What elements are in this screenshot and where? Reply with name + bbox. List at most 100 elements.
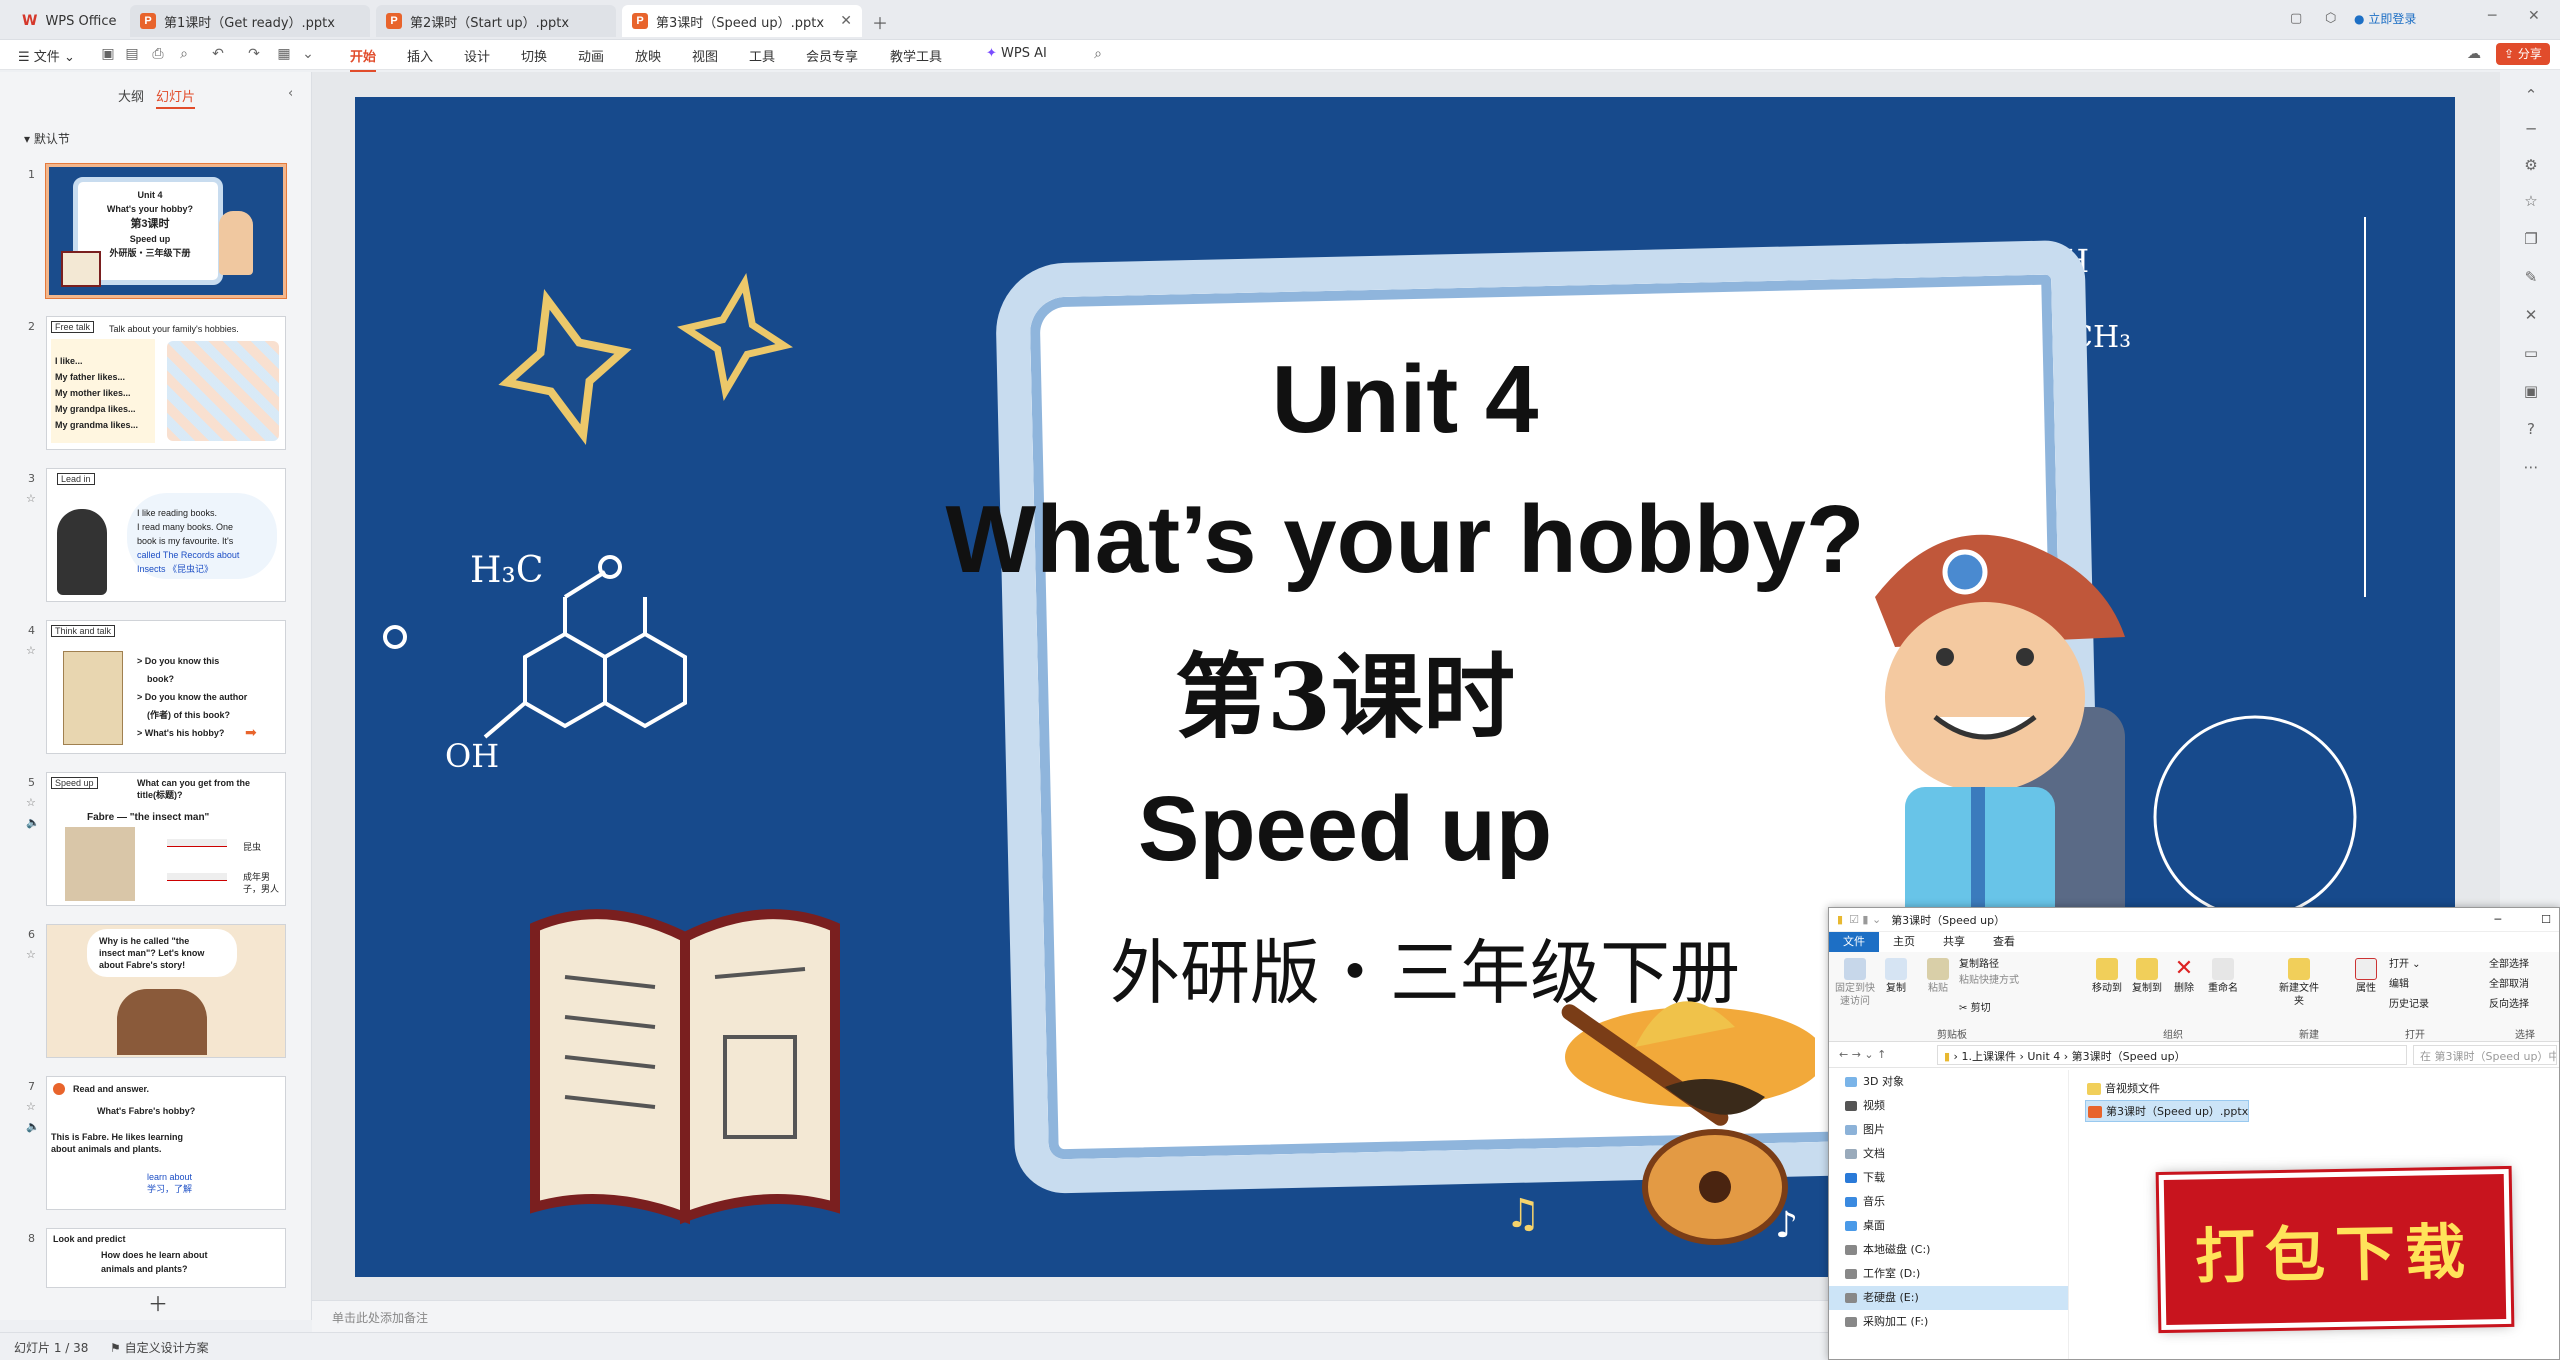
copy-to-button[interactable]: 复制到: [2129, 958, 2165, 995]
search-input[interactable]: 在 第3课时（Speed up）中搜索: [2413, 1045, 2557, 1065]
quick-access-icon[interactable]: ☑ ▮ ⌄: [1849, 913, 1881, 926]
nav-arrows-icon[interactable]: ← → ⌄ ↑: [1839, 1048, 1886, 1061]
tree-item[interactable]: 文档: [1829, 1142, 2068, 1166]
slide-thumbnail-2[interactable]: Free talk Talk about your family's hobbi…: [46, 316, 286, 450]
copy-path-button[interactable]: 复制路径: [1959, 958, 2019, 971]
select-none-button[interactable]: 全部取消: [2489, 978, 2559, 991]
tree-item[interactable]: 下载: [1829, 1166, 2068, 1190]
menu-slideshow[interactable]: 放映: [635, 46, 661, 65]
tools-icon[interactable]: ✕: [2512, 306, 2550, 324]
tree-item[interactable]: 桌面: [1829, 1214, 2068, 1238]
properties-button[interactable]: 属性: [2351, 958, 2381, 995]
tree-item[interactable]: 工作室 (D:): [1829, 1262, 2068, 1286]
collapse-panel-icon[interactable]: ‹: [288, 86, 293, 101]
menu-member[interactable]: 会员专享: [806, 46, 858, 65]
star-icon[interactable]: ☆: [26, 796, 36, 809]
menu-wps-ai[interactable]: ✦ WPS AI: [986, 46, 1047, 61]
book-icon[interactable]: ▭: [2512, 344, 2550, 362]
tab-view[interactable]: 查看: [1979, 932, 2029, 952]
design-scheme[interactable]: ⚑ 自定义设计方案: [110, 1339, 209, 1356]
login-link[interactable]: ● 立即登录: [2354, 10, 2416, 27]
redo-icon[interactable]: ↷: [246, 46, 262, 62]
tab-lesson3[interactable]: P 第3课时（Speed up）.pptx ✕: [622, 5, 862, 37]
slide-thumbnail-1[interactable]: Unit 4 What's your hobby? 第3课时 Speed up …: [45, 163, 287, 299]
slide-thumbnail-8[interactable]: Look and predict How does he learn about…: [46, 1228, 286, 1288]
copy-button[interactable]: 复制: [1881, 958, 1911, 995]
paste-button[interactable]: 粘贴: [1923, 958, 1953, 995]
minimize-icon[interactable]: ─: [2495, 913, 2502, 926]
scroll-up-icon[interactable]: ⌃: [2512, 86, 2550, 104]
tab-lesson2[interactable]: P 第2课时（Start up）.pptx: [376, 5, 616, 37]
window-icon[interactable]: ▢: [2290, 11, 2302, 26]
menu-tools[interactable]: 工具: [749, 46, 775, 65]
copy-icon[interactable]: ❐: [2512, 230, 2550, 248]
cube-icon[interactable]: ⬡: [2325, 11, 2336, 26]
search-icon[interactable]: ⌕: [1090, 46, 1106, 62]
menu-insert[interactable]: 插入: [407, 46, 433, 65]
tab-wps-home[interactable]: W WPS Office: [12, 5, 136, 37]
invert-selection-button[interactable]: 反向选择: [2489, 998, 2559, 1011]
open-button[interactable]: 打开 ⌄: [2389, 958, 2449, 971]
close-window-icon[interactable]: ✕: [2528, 8, 2540, 24]
menu-teaching-tools[interactable]: 教学工具: [890, 46, 942, 65]
tree-item[interactable]: 3D 对象: [1829, 1070, 2068, 1094]
path-segment[interactable]: 1.上课课件: [1961, 1050, 2016, 1063]
star-tool-icon[interactable]: ☆: [2512, 192, 2550, 210]
file-menu[interactable]: ☰ 文件 ⌄: [18, 46, 75, 65]
history-button[interactable]: 历史记录: [2389, 998, 2449, 1011]
paste-shortcut-button[interactable]: 粘贴快捷方式: [1959, 974, 2029, 987]
rename-button[interactable]: 重命名: [2205, 958, 2241, 995]
tree-item[interactable]: 视频: [1829, 1094, 2068, 1118]
print-icon[interactable]: ⎙: [150, 46, 166, 62]
maximize-icon[interactable]: ☐: [2541, 913, 2551, 926]
download-pack-button[interactable]: 打包下载: [2158, 1168, 2512, 1331]
move-to-button[interactable]: 移动到: [2089, 958, 2125, 995]
slide-thumbnail-4[interactable]: Think and talk > Do you know this book? …: [46, 620, 286, 754]
audio-icon[interactable]: 🔈: [26, 1120, 40, 1133]
slide-thumbnail-3[interactable]: Lead in I like reading books. I read man…: [46, 468, 286, 602]
new-folder-button[interactable]: 新建文件夹: [2279, 958, 2319, 1008]
tab-share[interactable]: 共享: [1929, 932, 1979, 952]
tab-lesson1[interactable]: P 第1课时（Get ready）.pptx: [130, 5, 370, 37]
slide-thumbnail-5[interactable]: Speed up What can you get from the title…: [46, 772, 286, 906]
path-segment[interactable]: Unit 4: [2027, 1050, 2060, 1063]
tab-outline[interactable]: 大纲: [118, 86, 144, 105]
export-icon[interactable]: ▤: [124, 46, 140, 62]
file-item[interactable]: 音视频文件: [2085, 1078, 2249, 1100]
menu-home[interactable]: 开始: [350, 46, 377, 72]
path-input[interactable]: ▮ › 1.上课课件 › Unit 4 › 第3课时（Speed up）: [1937, 1045, 2407, 1065]
more-icon[interactable]: ⋯: [2512, 458, 2550, 476]
star-icon[interactable]: ☆: [26, 644, 36, 657]
tree-item[interactable]: 本地磁盘 (C:): [1829, 1238, 2068, 1262]
preview-icon[interactable]: ⌕: [176, 46, 192, 62]
tab-slides[interactable]: 幻灯片: [156, 86, 196, 109]
tree-item[interactable]: 老硬盘 (E:): [1829, 1286, 2068, 1310]
slide-thumbnail-6[interactable]: Why is he called "the insect man"? Let's…: [46, 924, 286, 1058]
tree-item[interactable]: 音乐: [1829, 1190, 2068, 1214]
image-icon[interactable]: ▣: [2512, 382, 2550, 400]
minimize-icon[interactable]: ─: [2488, 8, 2496, 24]
minimize-panel-icon[interactable]: ─: [2512, 120, 2550, 138]
file-item[interactable]: 第3课时（Speed up）.pptx: [2085, 1100, 2250, 1122]
menu-transition[interactable]: 切换: [521, 46, 547, 65]
share-button[interactable]: ⇪ 分享: [2496, 43, 2550, 65]
tab-file[interactable]: 文件: [1829, 932, 1879, 952]
unit-title[interactable]: Unit 4: [355, 345, 2455, 455]
delete-button[interactable]: ✕ 删除: [2169, 958, 2199, 995]
undo-icon[interactable]: ↶: [210, 46, 226, 62]
help-icon[interactable]: ?: [2512, 420, 2550, 438]
new-tab-icon[interactable]: ＋: [872, 10, 888, 34]
select-all-button[interactable]: 全部选择: [2489, 958, 2559, 971]
tree-item[interactable]: 采购加工 (F:): [1829, 1310, 2068, 1334]
star-icon[interactable]: ☆: [26, 1100, 36, 1113]
pin-button[interactable]: 固定到快速访问: [1835, 958, 1875, 1008]
star-icon[interactable]: ☆: [26, 492, 36, 505]
tree-item[interactable]: 图片: [1829, 1118, 2068, 1142]
section-header[interactable]: ▾ 默认节: [24, 130, 70, 147]
cut-button[interactable]: ✂ 剪切: [1959, 1002, 2019, 1015]
add-slide-button[interactable]: ＋: [148, 1288, 168, 1317]
edit-button[interactable]: 编辑: [2389, 978, 2449, 991]
save-icon[interactable]: ▣: [100, 46, 116, 62]
close-icon[interactable]: ✕: [840, 13, 852, 29]
menu-animation[interactable]: 动画: [578, 46, 604, 65]
